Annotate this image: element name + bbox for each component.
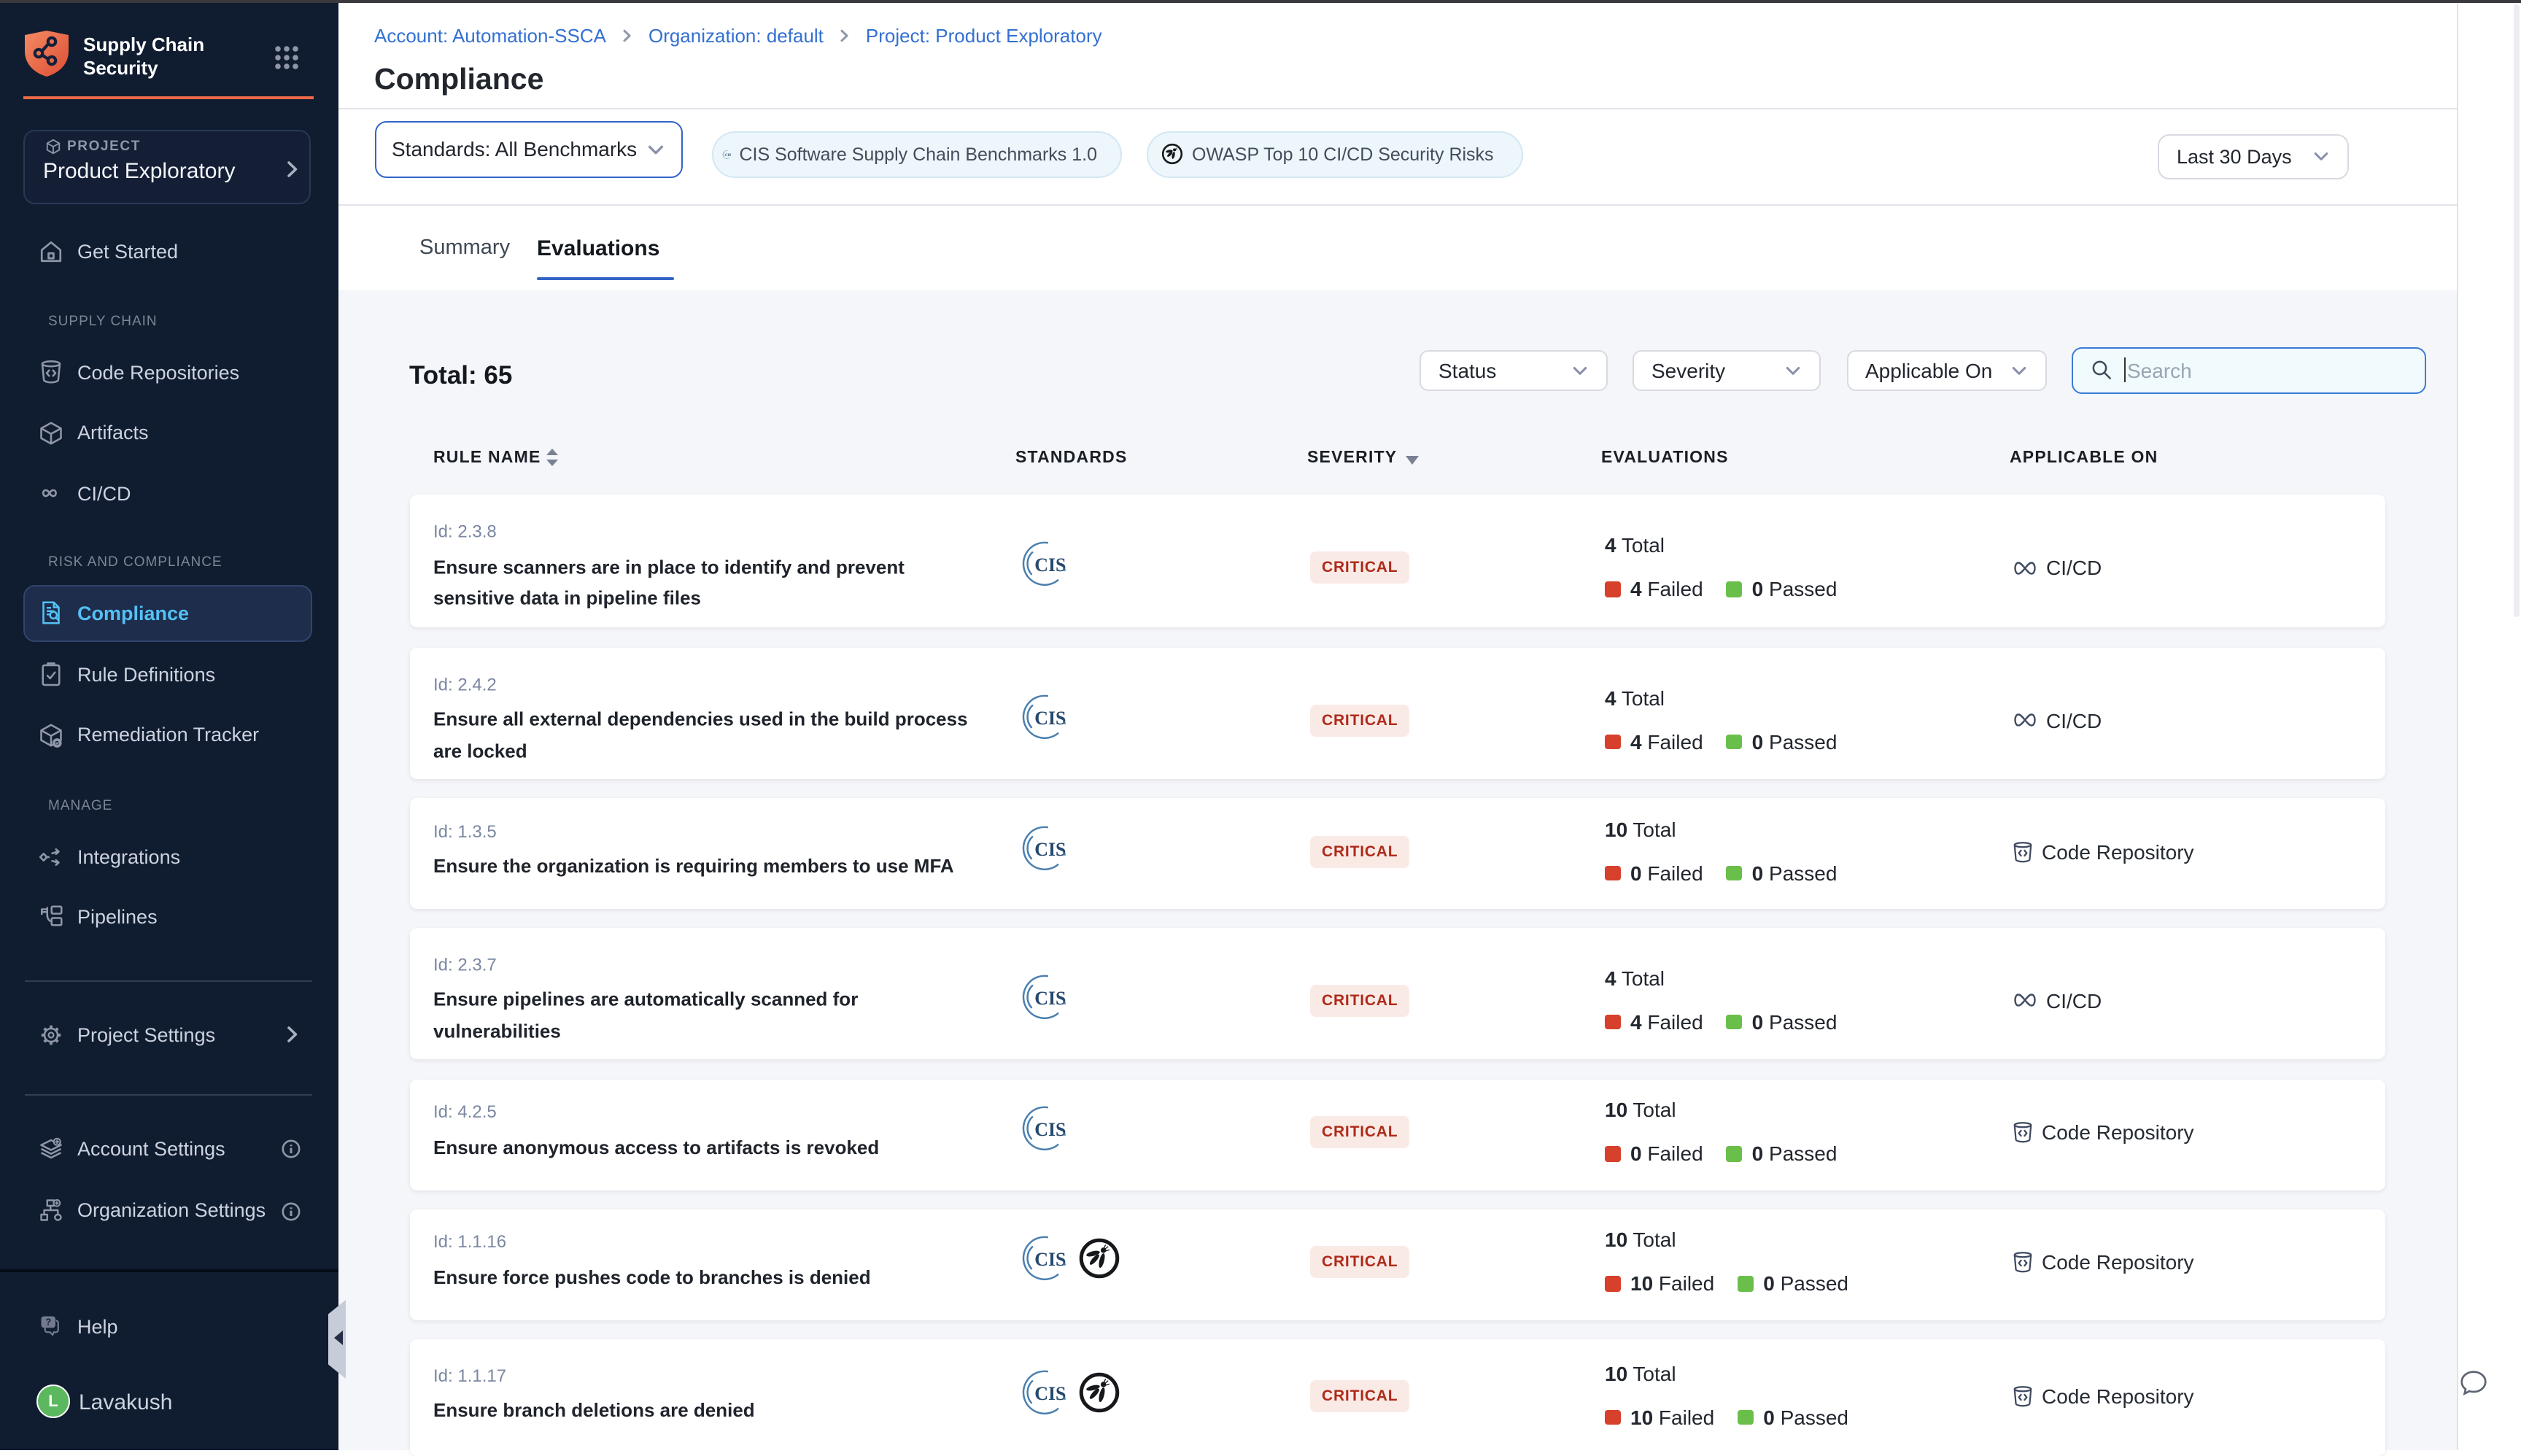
svg-text:CIS: CIS xyxy=(1034,838,1065,859)
svg-text:CIS: CIS xyxy=(1034,1119,1065,1140)
svg-text:CIS: CIS xyxy=(1034,1382,1065,1403)
svg-text:CIS: CIS xyxy=(1034,707,1065,728)
svg-text:?: ? xyxy=(45,1316,51,1327)
svg-text:CIS: CIS xyxy=(1034,1249,1065,1270)
svg-text:CIS: CIS xyxy=(1034,987,1065,1008)
svg-text:CIS: CIS xyxy=(1034,554,1065,576)
svg-text:CIS: CIS xyxy=(724,152,730,157)
